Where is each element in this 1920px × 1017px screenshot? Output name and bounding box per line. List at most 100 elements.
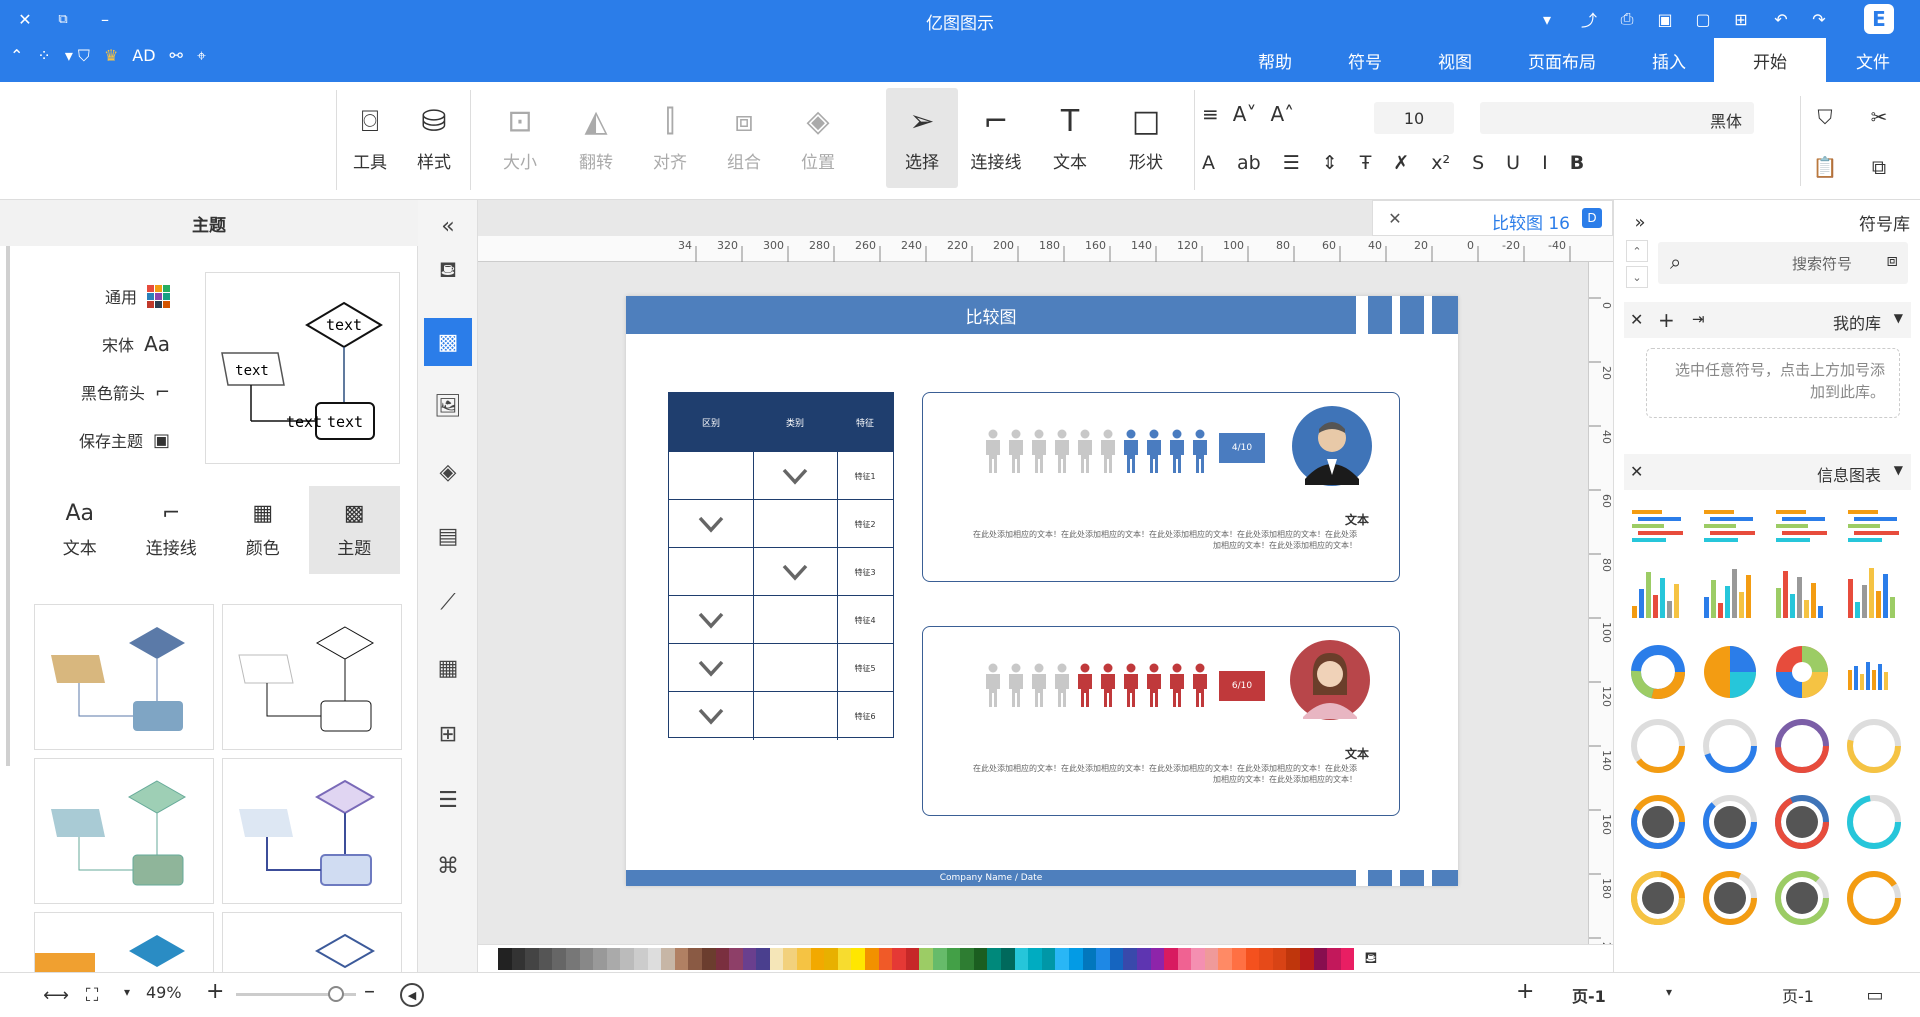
align-button[interactable]: ⫿ 对齐 <box>636 88 704 188</box>
color-swatch[interactable] <box>865 947 879 970</box>
tab-home[interactable]: 开始 <box>1714 38 1826 82</box>
tools-button[interactable]: ⌼ 工具 <box>336 88 404 188</box>
font-size-select[interactable]: 10 <box>1374 102 1454 134</box>
crown-icon[interactable]: ♛ <box>104 46 118 66</box>
infographic-ring[interactable] <box>1626 714 1690 778</box>
theme-option-arrow[interactable]: 黑色箭头 ⌐ <box>30 380 170 404</box>
image-icon[interactable]: 🖼 <box>432 390 464 422</box>
color-swatch[interactable] <box>1204 947 1219 970</box>
shirt-icon[interactable]: ▾ ⛉ <box>65 46 90 66</box>
color-swatch[interactable] <box>1150 947 1165 970</box>
close-infographic-icon[interactable]: ✕ <box>1630 462 1643 481</box>
comparison-table[interactable]: 区别 类别 特征 特征1 特征2 特征3 特征4 特征5 特征6 <box>668 392 894 740</box>
connector-button[interactable]: ⌐ 连接线 <box>962 88 1030 188</box>
print-icon[interactable]: ⎙ <box>1614 6 1640 32</box>
theme-thumb-6[interactable] <box>222 912 402 972</box>
color-palette[interactable]: ⛾ <box>478 944 1613 972</box>
color-swatch[interactable] <box>647 947 662 970</box>
add-page-icon[interactable]: + <box>1516 979 1534 1004</box>
open-icon[interactable]: ▢ <box>1690 6 1716 32</box>
superscript-icon[interactable]: x² <box>1431 152 1450 174</box>
zoom-level[interactable]: 49% <box>146 983 182 1002</box>
color-swatch[interactable] <box>1014 947 1029 970</box>
infographic-bar-mini[interactable] <box>1842 640 1906 704</box>
table-row[interactable]: 特征4 <box>669 595 893 644</box>
infographic-columns[interactable] <box>1698 562 1762 622</box>
infographic-columns[interactable] <box>1626 562 1690 622</box>
color-swatch[interactable] <box>946 947 961 970</box>
format-painter-icon[interactable]: ⛉ <box>1808 100 1842 134</box>
underline-icon[interactable]: U <box>1506 152 1520 174</box>
color-swatch[interactable] <box>715 947 730 970</box>
infographic-ring[interactable] <box>1770 790 1834 854</box>
color-swatch[interactable] <box>1286 947 1301 970</box>
color-swatch[interactable] <box>905 947 920 970</box>
color-swatch[interactable] <box>1109 947 1124 970</box>
font-name-select[interactable]: 黑体 <box>1480 102 1754 134</box>
color-swatch[interactable] <box>742 947 757 970</box>
tab-text[interactable]: Aa 文本 <box>34 486 126 574</box>
fit-icon[interactable]: ⊞ <box>432 718 464 750</box>
infographic-ring[interactable] <box>1626 866 1690 930</box>
symbol-search[interactable]: ⌕ 搜索符号 ⧈ <box>1658 242 1908 284</box>
color-swatch[interactable] <box>1123 947 1137 970</box>
color-swatch[interactable] <box>756 947 770 970</box>
canvas-area[interactable]: ✕ 比较图 16 D -40 -20 0 20 40 60 80 100 120 140 160 18… <box>478 200 1613 1017</box>
theme-option-general[interactable]: 通用 <box>30 284 170 308</box>
save-icon[interactable]: ▣ <box>1652 6 1678 32</box>
zoom-out-icon[interactable]: – <box>364 979 375 1004</box>
color-swatch[interactable] <box>593 947 607 970</box>
color-swatch[interactable] <box>498 947 512 970</box>
color-swatch[interactable] <box>701 947 716 970</box>
crosshair-icon[interactable]: ⌘ <box>432 850 464 882</box>
color-swatch[interactable] <box>1300 947 1314 970</box>
collapse-left-icon[interactable]: « <box>432 210 464 242</box>
tab-help[interactable]: 帮助 <box>1230 38 1320 82</box>
scroll-down-icon[interactable]: ⌄ <box>1626 266 1648 288</box>
infographic-ring[interactable] <box>1770 866 1834 930</box>
page-panel-icon[interactable]: ▭ <box>1860 981 1890 1009</box>
zoom-dropdown-icon[interactable]: ▾ <box>124 985 130 999</box>
infographic-ring[interactable] <box>1698 866 1762 930</box>
color-swatch[interactable] <box>783 947 798 970</box>
select-button[interactable]: ➢ 选择 <box>886 88 958 188</box>
color-swatch[interactable] <box>878 947 893 970</box>
copy-icon[interactable]: ⧉ <box>1862 150 1896 184</box>
color-swatch[interactable] <box>851 947 866 970</box>
infographic-bars[interactable] <box>1626 500 1690 550</box>
export-lib-icon[interactable]: ⇥ <box>1692 310 1705 328</box>
comparison-card-2[interactable]: 6/10 文本 在此处添加相应的文本！在此处添加相应的文本！在此处添加相应的文本… <box>922 626 1400 816</box>
chevron-down-icon[interactable]: ▼ <box>1894 311 1903 325</box>
line-spacing-icon[interactable]: ≡ <box>1202 102 1219 126</box>
spacing-icon[interactable]: ⇕ <box>1322 152 1338 174</box>
color-swatch[interactable] <box>933 947 947 970</box>
tab-page-layout[interactable]: 页面布局 <box>1500 38 1624 82</box>
color-swatch[interactable] <box>1164 947 1178 970</box>
tab-theme[interactable]: ▩ 主题 <box>308 486 400 574</box>
theme-thumb-1[interactable] <box>34 604 214 750</box>
color-swatch[interactable] <box>1096 947 1110 970</box>
tab-connector[interactable]: ⌐ 连接线 <box>126 486 218 574</box>
infographic-header[interactable]: ✕ 信息图表 ▼ <box>1624 454 1911 490</box>
scroll-up-icon[interactable]: ⌃ <box>1626 240 1648 262</box>
color-swatch[interactable] <box>1068 947 1083 970</box>
color-swatch[interactable] <box>1000 947 1015 970</box>
list-icon[interactable]: ☰ <box>1283 152 1300 174</box>
pointer-icon[interactable]: ⌖ <box>197 46 206 66</box>
color-swatch[interactable] <box>1272 947 1287 970</box>
theme-thumb-5[interactable] <box>34 912 214 973</box>
theme-thumb-4[interactable] <box>222 758 402 904</box>
font-shrink-icon[interactable]: A˅ <box>1233 102 1257 126</box>
color-swatch[interactable] <box>1041 947 1056 970</box>
fill-icon[interactable]: ⛾ <box>432 256 464 288</box>
new-icon[interactable]: ⊞ <box>1728 6 1754 32</box>
color-swatch[interactable] <box>661 947 675 970</box>
color-swatch[interactable] <box>1340 947 1355 970</box>
export-icon[interactable]: ⤴ <box>1576 6 1602 32</box>
document-tab[interactable]: ✕ 比较图 16 D <box>1372 200 1613 236</box>
undo-icon[interactable]: ↶ <box>1768 6 1794 32</box>
color-swatch[interactable] <box>606 947 621 970</box>
chevron-down-icon[interactable]: ▼ <box>1894 463 1903 477</box>
color-swatch[interactable] <box>824 947 838 970</box>
color-swatch[interactable] <box>1218 947 1233 970</box>
